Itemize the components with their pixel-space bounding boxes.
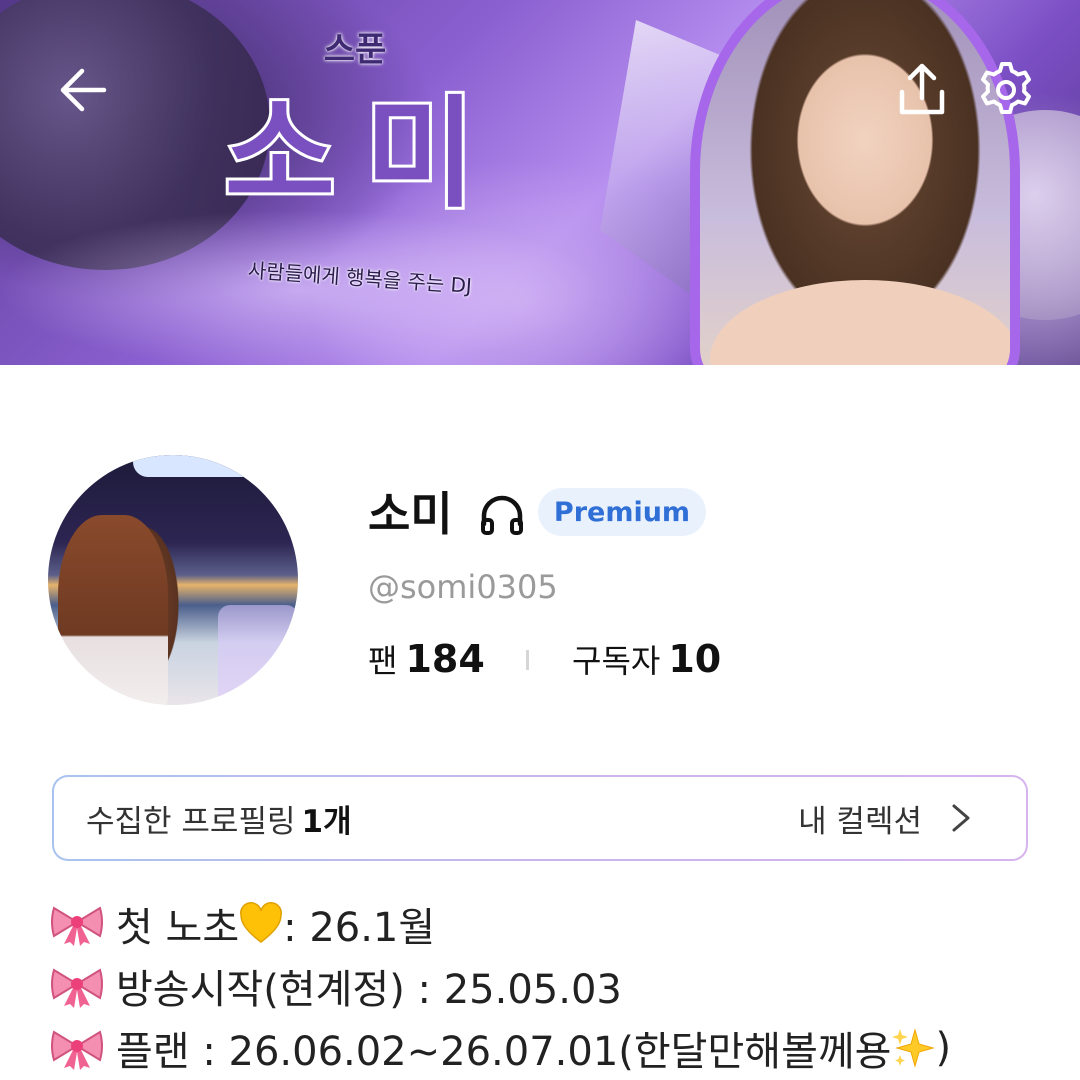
bio-line-broadcast-start: 방송시작(현계정) : 25.05.03 bbox=[50, 955, 951, 1017]
stat-divider bbox=[526, 650, 529, 670]
sparkles-icon bbox=[892, 1028, 936, 1068]
chevron-right-icon bbox=[952, 804, 970, 832]
share-button[interactable] bbox=[890, 58, 954, 122]
subscribers-label: 구독자 bbox=[572, 642, 661, 680]
gear-icon bbox=[981, 62, 1031, 114]
profile-handle: @somi0305 bbox=[368, 568, 558, 606]
collection-count: 1개 bbox=[301, 803, 352, 840]
bio-line-2-text: 방송시작(현계정) : 25.05.03 bbox=[116, 967, 622, 1013]
ribbon-bow-icon bbox=[51, 968, 103, 1008]
subscribers-count: 10 bbox=[668, 637, 722, 681]
bio-line-3-text: 플랜 : 26.06.02~26.07.01(한달만해볼께용 bbox=[116, 1029, 892, 1075]
ribbon-bow-icon bbox=[51, 906, 103, 946]
banner-sub-title: 스푼 bbox=[323, 30, 387, 70]
bio-line-1-text: 첫 노초 bbox=[116, 905, 240, 951]
back-button[interactable] bbox=[52, 58, 116, 122]
my-collection-label: 내 컬렉션 bbox=[798, 803, 922, 840]
settings-button[interactable] bbox=[974, 58, 1038, 122]
collection-card[interactable]: 수집한 프로필링 1개 내 컬렉션 bbox=[52, 775, 1028, 861]
avatar[interactable] bbox=[48, 455, 298, 705]
avatar-sign-decoration bbox=[218, 605, 298, 705]
share-upload-icon bbox=[899, 63, 945, 115]
portrait-shoulders bbox=[710, 280, 1010, 365]
fans-stat[interactable]: 팬 184 bbox=[368, 634, 485, 686]
bio-line-3-close: ) bbox=[935, 1025, 952, 1071]
bio-line-1-date: : 26.1월 bbox=[283, 905, 436, 951]
avatar-cloud-decoration bbox=[133, 455, 263, 477]
headphones-icon bbox=[481, 495, 523, 535]
collection-label-group: 수집한 프로필링 1개 bbox=[86, 796, 352, 841]
profile-banner: 스푼 소미 사람들에게 행복을 주는 DJ bbox=[0, 0, 1080, 365]
collection-label: 수집한 프로필링 bbox=[86, 803, 296, 840]
bio-line-first-exposure: 첫 노초 : 26.1월 bbox=[50, 893, 951, 955]
avatar-person bbox=[58, 515, 168, 705]
yellow-heart-icon bbox=[240, 902, 283, 943]
banner-title: 소미 bbox=[222, 82, 506, 227]
my-collection-link[interactable]: 내 컬렉션 bbox=[798, 796, 974, 841]
arrow-left-icon bbox=[60, 68, 107, 112]
fans-label: 팬 bbox=[368, 642, 398, 680]
profile-name: 소미 bbox=[368, 487, 453, 541]
fans-count: 184 bbox=[405, 637, 485, 681]
banner-portrait-image bbox=[690, 0, 1020, 365]
profile-bio: 첫 노초 : 26.1월 방송시작(현계정) : 25.05.03 플랜 : 2… bbox=[50, 893, 951, 1079]
subscribers-stat[interactable]: 구독자 10 bbox=[572, 634, 721, 686]
bio-line-plan: 플랜 : 26.06.02~26.07.01(한달만해볼께용 ) bbox=[50, 1017, 951, 1079]
premium-badge: Premium bbox=[538, 488, 706, 536]
ribbon-bow-icon bbox=[51, 1030, 103, 1070]
